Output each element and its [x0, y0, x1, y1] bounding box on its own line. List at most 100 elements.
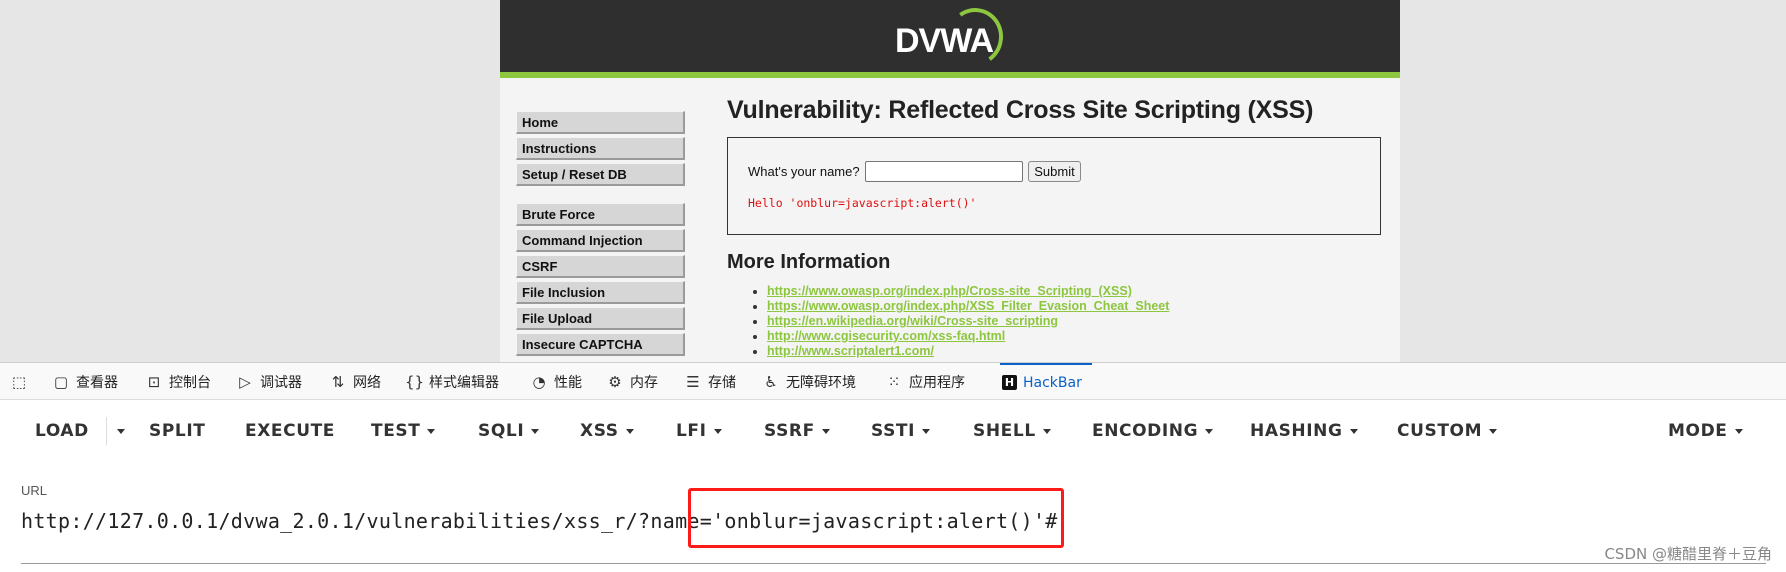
- inspector-icon: ▢: [53, 372, 69, 391]
- sidebar-item-file-inclusion[interactable]: File Inclusion: [516, 281, 685, 304]
- sqli-menu[interactable]: SQLI: [478, 413, 540, 449]
- tab-network[interactable]: ⇅ 网络: [329, 363, 381, 400]
- page-title: Vulnerability: Reflected Cross Site Scri…: [727, 96, 1314, 124]
- debugger-icon: ▷: [239, 372, 251, 391]
- test-menu[interactable]: TEST: [371, 413, 436, 449]
- name-label: What's your name?: [748, 164, 860, 179]
- tab-hackbar[interactable]: H HackBar: [1000, 363, 1092, 400]
- button-label: SPLIT: [149, 421, 206, 441]
- tab-label: 应用程序: [909, 374, 965, 391]
- button-label: EXECUTE: [245, 421, 336, 441]
- sidebar-item-instructions[interactable]: Instructions: [516, 137, 685, 160]
- xss-menu[interactable]: XSS: [580, 413, 634, 449]
- tab-label: 内存: [630, 374, 658, 391]
- hello-message: Hello 'onblur=javascript:alert()': [748, 196, 977, 210]
- button-label: XSS: [580, 421, 619, 441]
- chevron-down-icon: [1042, 428, 1051, 434]
- dvwa-logo[interactable]: DVWA: [895, 3, 1008, 71]
- memory-icon: ⚙: [608, 372, 622, 391]
- tab-style-editor[interactable]: {} 样式编辑器: [405, 363, 499, 400]
- chevron-down-icon: [117, 428, 125, 434]
- chevron-down-icon: [1734, 428, 1743, 434]
- tab-label: 存储: [708, 374, 736, 391]
- sidebar-item-insecure-captcha[interactable]: Insecure CAPTCHA: [516, 333, 685, 356]
- main-content: Vulnerability: Reflected Cross Site Scri…: [727, 96, 1387, 359]
- tab-debugger[interactable]: ▷ 调试器: [236, 363, 302, 400]
- tab-label: 无障碍环境: [786, 374, 856, 391]
- more-info-title: More Information: [727, 251, 891, 273]
- chevron-down-icon: [821, 428, 830, 434]
- tab-label: 查看器: [76, 374, 118, 391]
- tab-label: 调试器: [260, 374, 302, 391]
- encoding-menu[interactable]: ENCODING: [1092, 413, 1214, 449]
- more-info-links: https://www.owasp.org/index.php/Cross-si…: [727, 284, 1387, 359]
- devtools-tabbar: ⬚ ▢ 查看器 ⊡ 控制台 ▷ 调试器 ⇅ 网络 {} 样式编辑器 ◔ 性能 ⚙…: [0, 363, 1786, 400]
- list-item: https://www.owasp.org/index.php/Cross-si…: [767, 284, 1387, 299]
- shell-menu[interactable]: SHELL: [973, 413, 1051, 449]
- tab-label: 性能: [554, 374, 582, 391]
- tab-accessibility[interactable]: ♿ 无障碍环境: [762, 363, 856, 400]
- sidebar-item-command-injection[interactable]: Command Injection: [516, 229, 685, 252]
- button-label: ENCODING: [1092, 421, 1199, 441]
- tab-performance[interactable]: ◔ 性能: [530, 363, 582, 400]
- name-input[interactable]: [865, 161, 1023, 182]
- list-item: http://www.scriptalert1.com/: [767, 344, 1387, 359]
- list-item: http://www.cgisecurity.com/xss-faq.html: [767, 329, 1387, 344]
- button-label: LFI: [676, 421, 707, 441]
- tab-memory[interactable]: ⚙ 内存: [606, 363, 658, 400]
- button-label: SSTI: [871, 421, 916, 441]
- url-label: URL: [21, 483, 48, 498]
- console-icon: ⊡: [147, 372, 161, 391]
- sidebar-item-home[interactable]: Home: [516, 111, 685, 134]
- load-dropdown[interactable]: [110, 413, 125, 449]
- element-picker-icon: ⬚: [11, 372, 27, 391]
- hashing-menu[interactable]: HASHING: [1250, 413, 1358, 449]
- tab-label: 网络: [353, 374, 381, 391]
- tab-label: 控制台: [169, 374, 211, 391]
- split-button[interactable]: SPLIT: [149, 413, 205, 449]
- watermark: CSDN @糖醋里脊＋豆角: [1604, 545, 1772, 563]
- button-label: SHELL: [973, 421, 1036, 441]
- menu-gap: [516, 189, 685, 203]
- execute-button[interactable]: EXECUTE: [245, 413, 335, 449]
- custom-menu[interactable]: CUSTOM: [1397, 413, 1498, 449]
- divider: [106, 417, 107, 445]
- chevron-down-icon: [1489, 428, 1498, 434]
- info-link[interactable]: https://en.wikipedia.org/wiki/Cross-site…: [767, 314, 1058, 328]
- element-picker[interactable]: ⬚: [10, 363, 34, 400]
- chevron-down-icon: [531, 428, 540, 434]
- devtools-panel: ⬚ ▢ 查看器 ⊡ 控制台 ▷ 调试器 ⇅ 网络 {} 样式编辑器 ◔ 性能 ⚙…: [0, 362, 1786, 572]
- tab-inspector[interactable]: ▢ 查看器: [52, 363, 118, 400]
- hackbar-toolbar: LOAD SPLIT EXECUTE TEST SQLI XSS LFI SSR…: [0, 413, 1786, 449]
- info-link[interactable]: https://www.owasp.org/index.php/Cross-si…: [767, 284, 1132, 298]
- chevron-down-icon: [625, 428, 634, 434]
- sidebar-item-setup[interactable]: Setup / Reset DB: [516, 163, 685, 186]
- sidebar-item-csrf[interactable]: CSRF: [516, 255, 685, 278]
- application-icon: ⁙: [887, 372, 901, 391]
- button-label: SQLI: [478, 421, 525, 441]
- button-label: CUSTOM: [1397, 421, 1483, 441]
- chevron-down-icon: [1205, 428, 1214, 434]
- dvwa-page: DVWA Home Instructions Setup / Reset DB …: [500, 0, 1400, 362]
- load-button[interactable]: LOAD: [35, 413, 89, 449]
- tab-storage[interactable]: ☰ 存储: [684, 363, 736, 400]
- sidebar-item-brute-force[interactable]: Brute Force: [516, 203, 685, 226]
- button-label: HASHING: [1250, 421, 1343, 441]
- submit-button[interactable]: Submit: [1028, 161, 1081, 182]
- sidebar-item-file-upload[interactable]: File Upload: [516, 307, 685, 330]
- chevron-down-icon: [1349, 428, 1358, 434]
- mode-menu[interactable]: MODE: [1668, 413, 1743, 449]
- storage-icon: ☰: [686, 372, 700, 391]
- button-label: SSRF: [764, 421, 815, 441]
- style-editor-icon: {}: [405, 372, 425, 391]
- lfi-menu[interactable]: LFI: [676, 413, 722, 449]
- url-underline: [21, 563, 1766, 564]
- info-link[interactable]: http://www.cgisecurity.com/xss-faq.html: [767, 329, 1005, 343]
- ssti-menu[interactable]: SSTI: [871, 413, 931, 449]
- tab-application[interactable]: ⁙ 应用程序: [885, 363, 965, 400]
- info-link[interactable]: http://www.scriptalert1.com/: [767, 344, 934, 358]
- ssrf-menu[interactable]: SSRF: [764, 413, 830, 449]
- info-link[interactable]: https://www.owasp.org/index.php/XSS_Filt…: [767, 299, 1169, 313]
- tab-console[interactable]: ⊡ 控制台: [145, 363, 211, 400]
- list-item: https://en.wikipedia.org/wiki/Cross-site…: [767, 314, 1387, 329]
